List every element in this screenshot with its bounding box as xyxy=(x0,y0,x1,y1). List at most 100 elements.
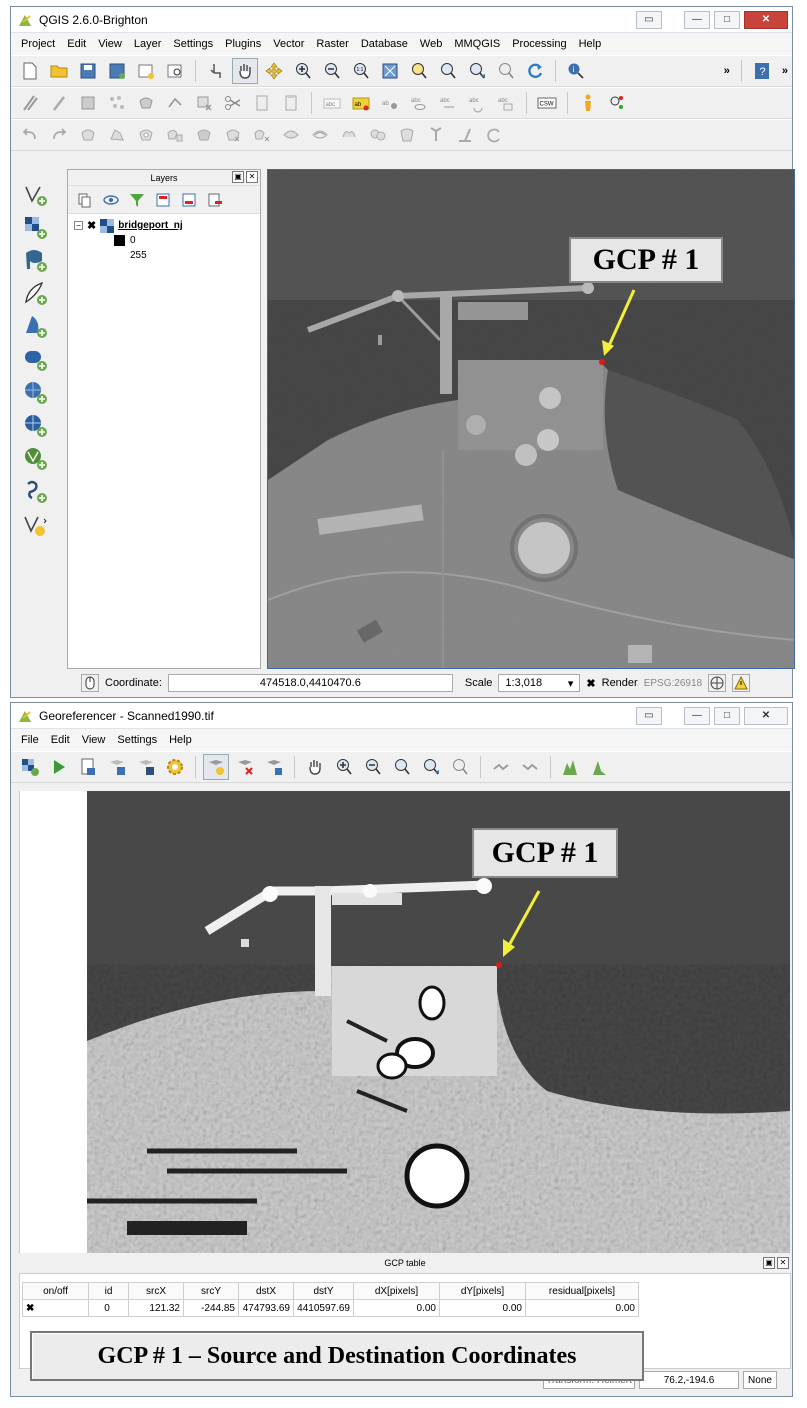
merge-attributes-button[interactable] xyxy=(423,122,449,148)
messages-button[interactable] xyxy=(732,674,751,692)
zoom-to-selection-button[interactable] xyxy=(406,58,432,84)
toggle-extents-button[interactable] xyxy=(81,674,99,692)
generate-gdal-script-button[interactable] xyxy=(75,754,101,780)
georef-extra-button[interactable]: ▭ xyxy=(636,706,662,725)
identify-features-button[interactable]: i xyxy=(563,58,589,84)
menu-view[interactable]: View xyxy=(92,38,128,50)
gcp-enabled-checkbox[interactable]: ✖ xyxy=(22,1299,89,1317)
save-gcp-points-button[interactable] xyxy=(133,754,159,780)
georef-pan-button[interactable] xyxy=(302,754,328,780)
new-project-button[interactable] xyxy=(17,58,43,84)
delete-selected-button[interactable] xyxy=(191,90,217,116)
cut-features-button[interactable] xyxy=(220,90,246,116)
move-feature-button[interactable] xyxy=(133,90,159,116)
open-raster-button[interactable] xyxy=(17,754,43,780)
undo-button[interactable] xyxy=(17,122,43,148)
menu-raster[interactable]: Raster xyxy=(310,38,354,50)
zoom-out-button[interactable] xyxy=(319,58,345,84)
georef-close-button[interactable]: ✕ xyxy=(744,706,788,725)
layer-visibility-checkbox[interactable]: ✖ xyxy=(87,219,96,232)
col-dy[interactable]: dY[pixels] xyxy=(439,1282,526,1300)
col-srcx[interactable]: srcX xyxy=(128,1282,184,1300)
move-label-button[interactable]: abc xyxy=(435,90,461,116)
menu-mmqgis[interactable]: MMQGIS xyxy=(448,38,506,50)
save-edits-button[interactable] xyxy=(75,90,101,116)
gcp-point-marker[interactable] xyxy=(599,359,605,365)
gcp-srcx-cell[interactable]: 121.32 xyxy=(128,1299,184,1317)
save-as-button[interactable] xyxy=(104,58,130,84)
table-row[interactable]: ✖ 0 121.32 -244.85 474793.69 4410597.69 … xyxy=(22,1299,639,1317)
move-gcp-point-button[interactable] xyxy=(261,754,287,780)
menu-edit[interactable]: Edit xyxy=(61,38,92,50)
current-edits-button[interactable] xyxy=(17,90,43,116)
gcp-panel-float-button[interactable]: ▣ xyxy=(763,1257,775,1269)
add-wfs-layer-button[interactable] xyxy=(15,441,55,474)
link-georef-to-qgis-button[interactable] xyxy=(488,754,514,780)
toolbar-overflow-button-2[interactable]: » xyxy=(778,65,792,77)
transformation-settings-button[interactable] xyxy=(162,754,188,780)
layer-labeling-button[interactable]: abc xyxy=(319,90,345,116)
refresh-button[interactable] xyxy=(522,58,548,84)
rotate-tool-button[interactable] xyxy=(481,122,507,148)
georef-menu-file[interactable]: File xyxy=(15,734,45,746)
offset-curve-button[interactable] xyxy=(307,122,333,148)
maximize-button[interactable]: □ xyxy=(714,10,740,29)
open-project-button[interactable] xyxy=(46,58,72,84)
gcp-point-marker-source[interactable] xyxy=(496,962,502,968)
add-part-button[interactable] xyxy=(162,122,188,148)
split-features-button[interactable] xyxy=(336,122,362,148)
street-view-button[interactable] xyxy=(575,90,601,116)
composer-manager-button[interactable] xyxy=(162,58,188,84)
zoom-last-button[interactable] xyxy=(464,58,490,84)
georef-minimize-button[interactable]: — xyxy=(684,706,710,725)
new-print-composer-button[interactable] xyxy=(133,58,159,84)
georef-menu-view[interactable]: View xyxy=(76,734,112,746)
add-mssql-layer-button[interactable] xyxy=(15,309,55,342)
collapse-toggle[interactable]: − xyxy=(74,221,83,230)
reshape-features-button[interactable] xyxy=(278,122,304,148)
close-button[interactable]: ✕ xyxy=(744,10,788,29)
pan-map-button[interactable] xyxy=(232,58,258,84)
layer-name[interactable]: bridgeport_nj xyxy=(118,220,182,231)
redo-button[interactable] xyxy=(46,122,72,148)
window-extra-button[interactable]: ▭ xyxy=(636,10,662,29)
crs-status-label[interactable]: EPSG:26918 xyxy=(644,678,702,689)
gcp-srcy-cell[interactable]: -244.85 xyxy=(183,1299,239,1317)
georef-menu-help[interactable]: Help xyxy=(163,734,198,746)
coordinate-capture-button[interactable] xyxy=(604,90,630,116)
georef-menu-settings[interactable]: Settings xyxy=(111,734,163,746)
zoom-next-button[interactable] xyxy=(493,58,519,84)
georef-zoom-next-button[interactable] xyxy=(447,754,473,780)
georef-zoom-last-button[interactable] xyxy=(418,754,444,780)
georef-zoom-out-button[interactable] xyxy=(360,754,386,780)
crs-button[interactable] xyxy=(708,674,727,692)
col-dx[interactable]: dX[pixels] xyxy=(353,1282,440,1300)
copy-features-button[interactable] xyxy=(249,90,275,116)
menu-database[interactable]: Database xyxy=(355,38,414,50)
panel-float-button[interactable]: ▣ xyxy=(232,171,244,183)
georef-zoom-in-button[interactable] xyxy=(331,754,357,780)
visibility-eye-icon[interactable] xyxy=(102,191,120,209)
render-checkbox[interactable]: ✖ xyxy=(586,677,595,690)
merge-features-button[interactable] xyxy=(394,122,420,148)
help-contents-button[interactable]: ? xyxy=(749,58,775,84)
add-vector-layer-button[interactable] xyxy=(15,177,55,210)
rotate-feature-button[interactable] xyxy=(75,122,101,148)
delete-ring-button[interactable] xyxy=(220,122,246,148)
georef-crs-field[interactable]: None xyxy=(743,1371,777,1389)
load-gcp-points-button[interactable] xyxy=(104,754,130,780)
expand-all-icon[interactable] xyxy=(154,191,172,209)
menu-settings[interactable]: Settings xyxy=(167,38,219,50)
csw-button[interactable]: CSW xyxy=(534,90,560,116)
simplify-feature-button[interactable] xyxy=(104,122,130,148)
show-hide-labels-button[interactable]: abc xyxy=(406,90,432,116)
toggle-editing-button[interactable] xyxy=(46,90,72,116)
menu-processing[interactable]: Processing xyxy=(506,38,572,50)
menu-web[interactable]: Web xyxy=(414,38,448,50)
local-histogram-stretch-button[interactable] xyxy=(587,754,613,780)
rotate-point-symbols-button[interactable] xyxy=(452,122,478,148)
collapse-all-icon[interactable] xyxy=(180,191,198,209)
zoom-native-button[interactable]: 1:1 xyxy=(348,58,374,84)
menu-plugins[interactable]: Plugins xyxy=(219,38,267,50)
add-spatialite-layer-button[interactable] xyxy=(15,276,55,309)
